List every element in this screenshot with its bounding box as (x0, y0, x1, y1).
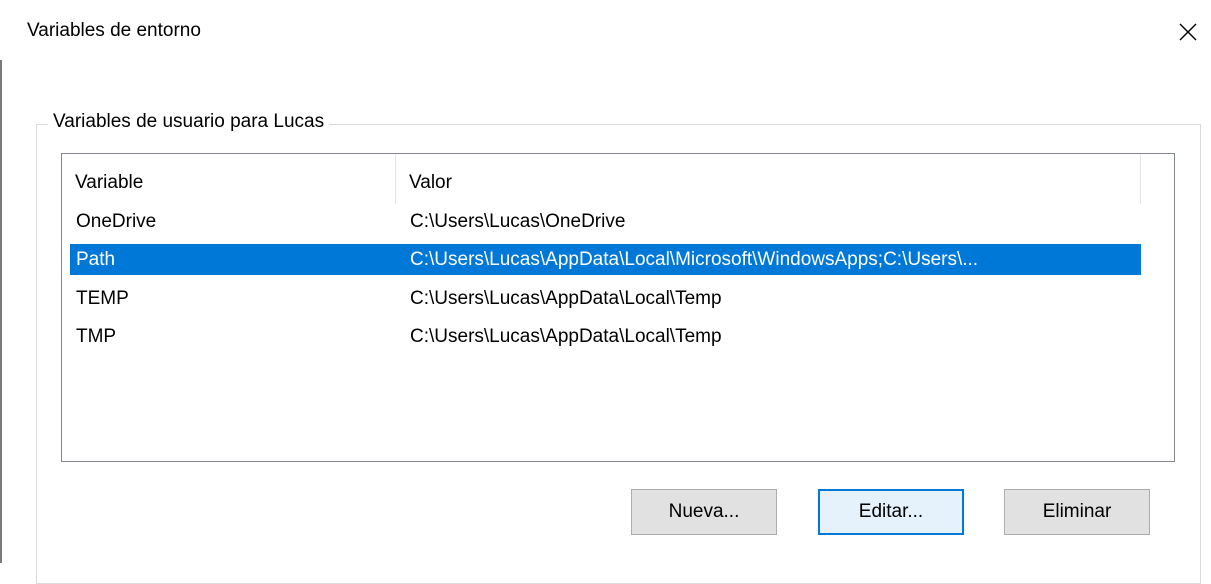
variable-value: C:\Users\Lucas\OneDrive (410, 211, 626, 232)
list-item[interactable]: TEMP C:\Users\Lucas\AppData\Local\Temp (70, 283, 1141, 314)
user-variables-group-title: Variables de usuario para Lucas (48, 111, 330, 133)
window-left-border (0, 60, 2, 563)
variable-name: Path (76, 249, 116, 270)
variable-name: TMP (76, 326, 117, 347)
column-header-value-label: Valor (409, 172, 452, 193)
list-item[interactable]: TMP C:\Users\Lucas\AppData\Local\Temp (70, 321, 1141, 352)
column-header-value[interactable]: Valor (396, 154, 1139, 204)
variable-value: C:\Users\Lucas\AppData\Local\Microsoft\W… (410, 249, 979, 270)
close-button[interactable] (1166, 12, 1210, 52)
delete-variable-button[interactable]: Eliminar (1004, 489, 1150, 535)
new-variable-button[interactable]: Nueva... (631, 489, 777, 535)
variable-name: TEMP (76, 288, 129, 309)
column-header-filler (1141, 154, 1174, 204)
list-header: Variable Valor (62, 154, 1174, 204)
edit-variable-button[interactable]: Editar... (818, 489, 964, 535)
column-header-variable[interactable]: Variable (62, 154, 395, 204)
variable-name: OneDrive (76, 211, 157, 232)
variable-value: C:\Users\Lucas\AppData\Local\Temp (410, 326, 722, 347)
user-variables-list[interactable]: Variable Valor OneDrive C:\Users\Lucas\O… (61, 153, 1175, 462)
window-title: Variables de entorno (27, 20, 201, 41)
close-icon (1179, 23, 1197, 41)
variable-value: C:\Users\Lucas\AppData\Local\Temp (410, 288, 722, 309)
column-header-variable-label: Variable (75, 172, 144, 193)
title-bar: Variables de entorno (0, 0, 1211, 62)
list-item-selected[interactable]: Path C:\Users\Lucas\AppData\Local\Micros… (70, 244, 1141, 275)
list-item[interactable]: OneDrive C:\Users\Lucas\OneDrive (70, 206, 1141, 237)
